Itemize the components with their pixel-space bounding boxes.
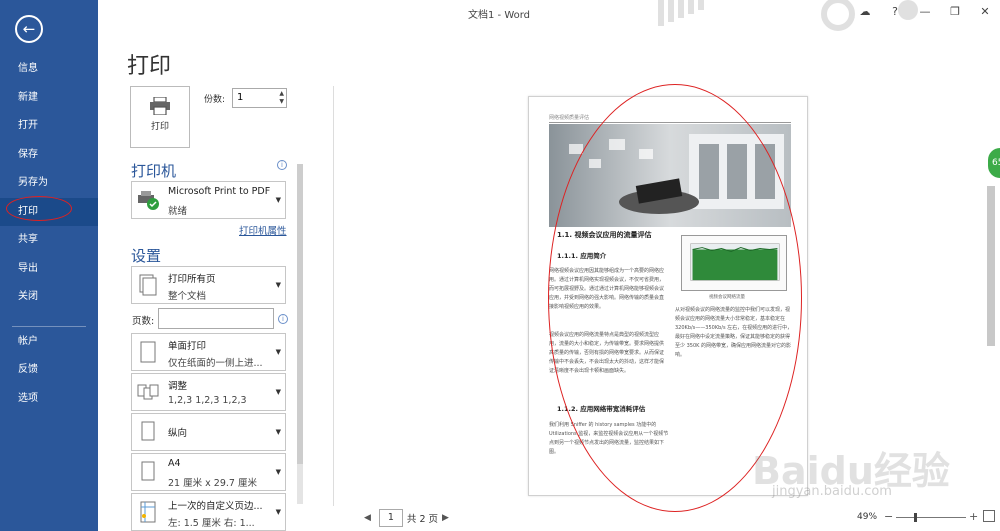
printer-icon bbox=[150, 97, 170, 115]
nav-item-open[interactable]: 打开 bbox=[0, 112, 98, 140]
collate-title: 调整 bbox=[168, 381, 188, 392]
nav-item-account[interactable]: 帐户 bbox=[0, 328, 98, 356]
copies-stepper[interactable]: 1 ▲ ▼ bbox=[232, 88, 287, 108]
info-icon[interactable]: i bbox=[277, 160, 287, 170]
next-page-icon[interactable]: ▶ bbox=[438, 513, 453, 523]
chevron-down-icon: ▼ bbox=[275, 428, 281, 436]
annotation-oval-print bbox=[6, 196, 72, 221]
chevron-down-icon: ▼ bbox=[275, 196, 281, 204]
chevron-down-icon: ▼ bbox=[275, 508, 281, 516]
copies-label: 份数: bbox=[204, 95, 226, 105]
zoom-knob[interactable] bbox=[914, 513, 917, 522]
collate-sub: 1,2,3 1,2,3 1,2,3 bbox=[168, 395, 247, 406]
nav-item-feedback[interactable]: 反馈 bbox=[0, 356, 98, 384]
info-icon[interactable]: i bbox=[278, 314, 288, 324]
chevron-down-icon: ▼ bbox=[275, 468, 281, 476]
printer-name: Microsoft Print to PDF bbox=[168, 186, 271, 197]
help-button[interactable]: ? bbox=[880, 0, 910, 26]
chevron-down-icon: ▼ bbox=[275, 281, 281, 289]
cloud-icon: ☁ bbox=[859, 5, 871, 18]
scrollbar-thumb[interactable] bbox=[297, 164, 303, 464]
zoom-percent[interactable]: 49% bbox=[857, 512, 877, 522]
zoom-slider[interactable]: − + bbox=[884, 510, 984, 525]
zoom-out-icon[interactable]: − bbox=[884, 510, 893, 523]
printer-properties-link[interactable]: 打印机属性 bbox=[239, 223, 287, 237]
nav-item-save-as[interactable]: 另存为 bbox=[0, 169, 98, 197]
portrait-icon bbox=[141, 421, 155, 441]
page-navigator: ◀ 1 共 2 页 ▶ bbox=[360, 508, 453, 528]
margins-dropdown[interactable]: 上一次的自定义页边... 左: 1.5 厘米 右: 1... ▼ bbox=[131, 493, 286, 531]
zoom-track bbox=[896, 517, 966, 518]
window-title: 文档1 - Word bbox=[468, 10, 531, 21]
paper-size-title: A4 bbox=[168, 458, 181, 469]
watermark-url: jingyan.baidu.com bbox=[772, 484, 892, 499]
spin-arrows-icon[interactable]: ▲ ▼ bbox=[279, 90, 284, 106]
chevron-down-icon: ▼ bbox=[275, 388, 281, 396]
sides-title: 单面打印 bbox=[168, 341, 207, 352]
page-total: 共 2 页 bbox=[406, 514, 439, 525]
pages-input[interactable] bbox=[158, 308, 274, 329]
orientation-dropdown[interactable]: 纵向 ▼ bbox=[131, 413, 286, 451]
nav-item-save[interactable]: 保存 bbox=[0, 141, 98, 169]
back-arrow-icon[interactable]: ← bbox=[15, 15, 43, 43]
page-title: 打印 bbox=[127, 54, 172, 79]
nav-item-options[interactable]: 选项 bbox=[0, 385, 98, 413]
margins-icon bbox=[140, 501, 156, 523]
chevron-down-icon: ▼ bbox=[275, 348, 281, 356]
backstage-nav: ← 信息 新建 打开 保存 另存为 打印 共享 导出 关闭 帐户 反馈 选项 bbox=[0, 0, 98, 531]
print-range-dropdown[interactable]: 打印所有页 整个文档 ▼ bbox=[131, 266, 286, 304]
pdf-printer-icon bbox=[138, 191, 159, 210]
copies-value: 1 bbox=[237, 92, 244, 103]
print-range-sub: 整个文档 bbox=[168, 291, 207, 302]
nav-item-new[interactable]: 新建 bbox=[0, 84, 98, 112]
sides-sub: 仅在纸面的一侧上进... bbox=[168, 358, 263, 369]
pane-divider bbox=[333, 86, 334, 506]
paper-icon bbox=[141, 461, 155, 481]
word-print-backstage: { "window": { "title": "文档1 - Word", "co… bbox=[0, 0, 1000, 531]
nav-item-share[interactable]: 共享 bbox=[0, 226, 98, 254]
pages-label: 页数: bbox=[132, 316, 155, 327]
collate-icon bbox=[137, 384, 159, 400]
print-button[interactable]: 打印 bbox=[130, 86, 190, 148]
print-button-label: 打印 bbox=[150, 122, 169, 132]
nav-item-info[interactable]: 信息 bbox=[0, 55, 98, 83]
margins-sub: 左: 1.5 厘米 右: 1... bbox=[168, 518, 255, 529]
paper-size-sub: 21 厘米 x 29.7 厘米 bbox=[168, 478, 257, 489]
nav-divider bbox=[12, 326, 86, 327]
restore-button[interactable]: ❐ bbox=[940, 0, 970, 26]
scrollbar-thumb[interactable] bbox=[987, 186, 995, 346]
page-number-input[interactable]: 1 bbox=[378, 509, 403, 527]
window-controls: ☁ ? — ❐ ✕ bbox=[850, 0, 1000, 26]
pages-icon bbox=[139, 274, 157, 296]
nav-item-close[interactable]: 关闭 bbox=[0, 283, 98, 311]
single-side-icon bbox=[140, 341, 156, 363]
collate-dropdown[interactable]: 调整 1,2,3 1,2,3 1,2,3 ▼ bbox=[131, 373, 286, 411]
close-button[interactable]: ✕ bbox=[970, 0, 1000, 26]
prev-page-icon[interactable]: ◀ bbox=[360, 513, 375, 523]
paper-size-dropdown[interactable]: A4 21 厘米 x 29.7 厘米 ▼ bbox=[131, 453, 286, 491]
orientation-title: 纵向 bbox=[168, 428, 188, 439]
zoom-to-page-icon[interactable] bbox=[983, 510, 995, 522]
settings-section-title: 设置 bbox=[131, 247, 162, 265]
preview-header: 网络视频质量评估 bbox=[549, 115, 590, 121]
zoom-in-icon[interactable]: + bbox=[969, 510, 978, 523]
printer-dropdown[interactable]: Microsoft Print to PDF 就绪 ▼ bbox=[131, 181, 286, 219]
margins-title: 上一次的自定义页边... bbox=[168, 501, 263, 512]
floating-badge[interactable]: 65 bbox=[988, 148, 1000, 178]
title-bar: 文档1 - Word ☁ ? — ❐ ✕ bbox=[98, 0, 1000, 31]
minimize-button[interactable]: — bbox=[910, 0, 940, 26]
printer-status: 就绪 bbox=[168, 206, 188, 217]
printer-section-title: 打印机 bbox=[131, 162, 177, 180]
nav-item-export[interactable]: 导出 bbox=[0, 255, 98, 283]
print-range-title: 打印所有页 bbox=[168, 274, 216, 285]
sides-dropdown[interactable]: 单面打印 仅在纸面的一侧上进... ▼ bbox=[131, 333, 286, 371]
settings-scrollbar[interactable] bbox=[295, 154, 305, 528]
